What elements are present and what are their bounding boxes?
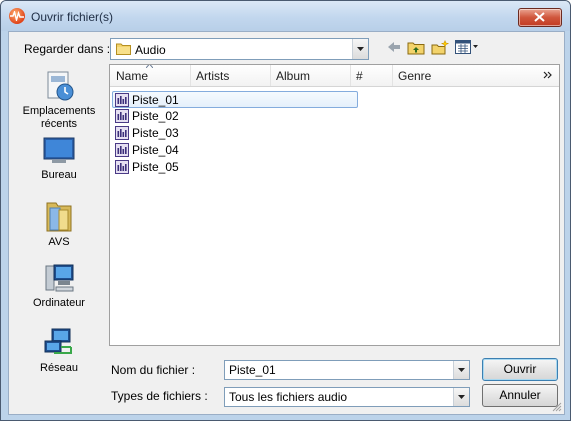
resize-grip-icon[interactable] [551, 401, 562, 412]
computer-icon [45, 264, 74, 292]
file-list-item[interactable]: Piste_01 [112, 91, 358, 108]
recent-places-icon [47, 71, 74, 101]
place-recent-places[interactable]: Emplacements récents [15, 70, 103, 131]
close-button[interactable] [518, 8, 562, 27]
file-name: Piste_03 [132, 126, 179, 140]
filename-value: Piste_01 [229, 363, 276, 377]
column-header-artists[interactable]: Artists [190, 65, 271, 86]
look-in-dropdown-button[interactable] [352, 39, 368, 59]
column-header-track-number[interactable]: # [350, 65, 393, 86]
column-overflow-icon[interactable] [543, 70, 553, 80]
app-icon [9, 8, 25, 24]
look-in-label: Regarder dans : [24, 42, 111, 56]
file-list-item[interactable]: Piste_02 [113, 108, 357, 124]
place-label: Emplacements récents [22, 105, 96, 130]
back-arrow-icon [388, 42, 400, 52]
chevron-down-icon [458, 368, 465, 372]
desktop-icon [43, 137, 75, 163]
up-folder-button[interactable] [405, 39, 425, 57]
title-bar[interactable]: Ouvrir fichier(s) [1, 1, 570, 31]
new-folder-button[interactable] [429, 39, 449, 57]
audio-file-icon [115, 143, 129, 157]
look-in-combo[interactable]: Audio [110, 38, 369, 60]
network-icon [44, 328, 72, 354]
look-in-value: Audio [135, 43, 166, 57]
filetype-label: Types de fichiers : [111, 389, 208, 403]
audio-file-icon [115, 160, 129, 174]
file-name: Piste_01 [132, 93, 179, 107]
place-label: AVS [48, 236, 70, 248]
filetype-dropdown-button[interactable] [453, 388, 469, 406]
place-label: Ordinateur [33, 297, 85, 309]
file-name: Piste_04 [132, 143, 179, 157]
file-list-item[interactable]: Piste_05 [113, 159, 357, 175]
open-button[interactable]: Ouvrir [482, 358, 558, 381]
column-header-genre[interactable]: Genre [392, 65, 532, 86]
filename-dropdown-button[interactable] [453, 361, 469, 379]
views-menu-button[interactable] [453, 39, 479, 57]
filetype-value: Tous les fichiers audio [229, 390, 348, 404]
folder-avs-icon [46, 202, 72, 232]
chevron-down-icon [357, 47, 364, 51]
column-header-name[interactable]: Name [110, 65, 191, 86]
sort-ascending-icon [146, 65, 153, 68]
back-button[interactable] [384, 39, 404, 57]
open-file-dialog: Ouvrir fichier(s) Regarder dans : Audio [0, 0, 571, 421]
place-label: Réseau [40, 362, 78, 374]
cancel-button[interactable]: Annuler [482, 384, 558, 407]
filename-combo[interactable]: Piste_01 [224, 360, 470, 380]
views-menu-icon [455, 40, 478, 54]
audio-file-icon [115, 126, 129, 140]
file-list-item[interactable]: Piste_04 [113, 142, 357, 158]
place-avs[interactable]: AVS [15, 199, 103, 249]
file-name: Piste_02 [132, 109, 179, 123]
place-desktop[interactable]: Bureau [15, 136, 103, 182]
audio-file-icon [115, 93, 129, 107]
up-folder-icon [407, 42, 425, 55]
column-header-row: Name Artists Album # Genre [110, 65, 559, 87]
places-bar: Emplacements récents Bureau AVS Ordinate… [15, 64, 103, 408]
window-title: Ouvrir fichier(s) [31, 10, 114, 24]
filetype-select[interactable]: Tous les fichiers audio [224, 387, 470, 407]
place-computer[interactable]: Ordinateur [15, 262, 103, 310]
new-folder-icon [431, 40, 449, 55]
audio-file-icon [115, 109, 129, 123]
file-list-item[interactable]: Piste_03 [113, 125, 357, 141]
filename-label: Nom du fichier : [111, 363, 196, 377]
place-label: Bureau [41, 169, 77, 181]
folder-icon [116, 43, 131, 55]
close-icon [534, 12, 545, 22]
dialog-body: Regarder dans : Audio Emplacements récen… [8, 31, 565, 415]
file-list[interactable]: Name Artists Album # Genre Piste_01 Pist… [109, 64, 560, 346]
column-header-album[interactable]: Album [270, 65, 351, 86]
file-name: Piste_05 [132, 160, 179, 174]
place-network[interactable]: Réseau [15, 327, 103, 375]
chevron-down-icon [458, 395, 465, 399]
